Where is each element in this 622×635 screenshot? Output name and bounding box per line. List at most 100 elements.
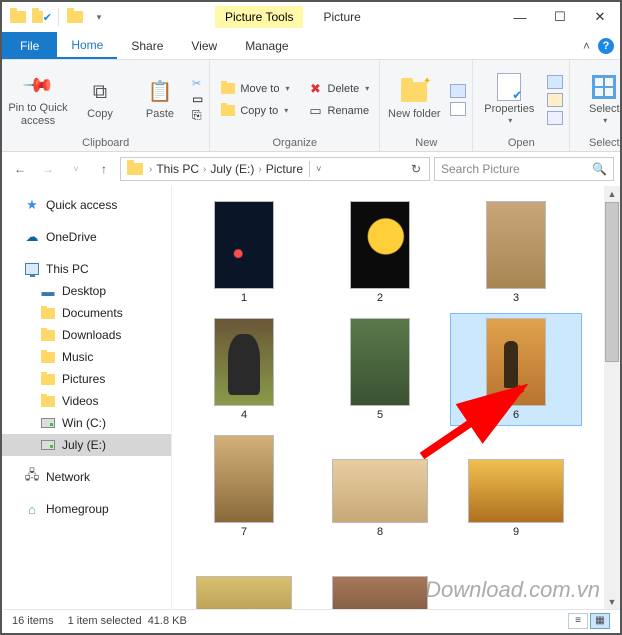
file-thumbnail bbox=[196, 576, 292, 610]
scroll-down-icon[interactable]: ▼ bbox=[604, 594, 620, 610]
navigation-pane[interactable]: ★Quick access ☁OneDrive This PC ▬ Desktop… bbox=[2, 186, 172, 610]
thumbnails-view-button[interactable]: ▦ bbox=[590, 613, 610, 629]
paste-button[interactable]: 📋 Paste bbox=[132, 74, 188, 124]
search-placeholder: Search Picture bbox=[441, 162, 520, 176]
minimize-button[interactable]: — bbox=[500, 2, 540, 32]
qat-new-folder-icon[interactable] bbox=[65, 7, 85, 27]
open-icon[interactable] bbox=[547, 75, 563, 89]
file-item[interactable]: 5 bbox=[314, 313, 446, 426]
tab-view[interactable]: View bbox=[177, 32, 231, 59]
paste-icon: 📋 bbox=[146, 78, 174, 106]
file-item[interactable]: 3 bbox=[450, 196, 582, 309]
help-icon[interactable]: ? bbox=[598, 38, 614, 54]
move-to-button[interactable]: Move to▾ bbox=[216, 79, 293, 99]
qat-customize-icon[interactable]: ▾ bbox=[89, 7, 109, 27]
file-item[interactable]: 1 bbox=[178, 196, 310, 309]
cut-icon[interactable]: ✂ bbox=[192, 77, 203, 90]
drive-icon bbox=[40, 437, 56, 453]
recent-locations-button[interactable]: ˅ bbox=[64, 157, 88, 181]
paste-shortcut-icon[interactable]: ⎘ bbox=[192, 108, 203, 123]
crumb-sep-icon[interactable]: › bbox=[147, 164, 154, 175]
maximize-button[interactable]: ☐ bbox=[540, 2, 580, 32]
copy-button[interactable]: ⧉ Copy bbox=[72, 74, 128, 124]
search-box[interactable]: Search Picture 🔍 bbox=[434, 157, 614, 181]
rename-button[interactable]: ▭Rename bbox=[304, 101, 374, 121]
new-folder-button[interactable]: New folder bbox=[386, 74, 442, 124]
sidebar-item-label: Pictures bbox=[62, 372, 105, 386]
sidebar-item-documents[interactable]: Documents bbox=[2, 302, 171, 324]
sidebar-item-this-pc[interactable]: This PC bbox=[2, 258, 171, 280]
group-label-select: Select bbox=[576, 135, 622, 149]
details-view-button[interactable]: ≡ bbox=[568, 613, 588, 629]
file-list[interactable]: 1234567891011 ▲ ▼ bbox=[172, 186, 620, 610]
folder-icon bbox=[40, 327, 56, 343]
ribbon-group-select: Select ▾ Select bbox=[570, 60, 622, 151]
file-item[interactable]: 11 bbox=[314, 547, 446, 610]
copy-path-icon[interactable]: ▭ bbox=[192, 92, 203, 106]
tab-manage[interactable]: Manage bbox=[231, 32, 302, 59]
file-thumbnail bbox=[332, 459, 428, 523]
status-bar: 16 items 1 item selected 41.8 KB ≡ ▦ bbox=[4, 609, 618, 631]
ribbon-group-organize: Move to▾ Copy to▾ ✖Delete▾ ▭Rename Organ… bbox=[210, 60, 380, 151]
address-bar[interactable]: › This PC› July (E:)› Picture ˅ ↻ bbox=[120, 157, 430, 181]
title-bar: ✔ ▾ Picture Tools Picture — ☐ ✕ bbox=[2, 2, 620, 32]
folder-icon bbox=[40, 393, 56, 409]
copy-to-button[interactable]: Copy to▾ bbox=[216, 101, 293, 121]
sidebar-item-desktop[interactable]: ▬ Desktop bbox=[2, 280, 171, 302]
sidebar-item-downloads[interactable]: Downloads bbox=[2, 324, 171, 346]
scroll-up-icon[interactable]: ▲ bbox=[604, 186, 620, 202]
back-button[interactable]: ← bbox=[8, 157, 32, 181]
file-item[interactable]: 10 bbox=[178, 547, 310, 610]
sidebar-item-network[interactable]: 🖧Network bbox=[2, 466, 171, 488]
crumb-july[interactable]: July (E:)› bbox=[210, 162, 263, 176]
vertical-scrollbar[interactable]: ▲ ▼ bbox=[604, 186, 620, 610]
history-icon[interactable] bbox=[547, 111, 563, 125]
file-item[interactable]: 9 bbox=[450, 430, 582, 543]
sidebar-item-onedrive[interactable]: ☁OneDrive bbox=[2, 226, 171, 248]
file-thumbnail bbox=[214, 435, 274, 523]
sidebar-item-pictures[interactable]: Pictures bbox=[2, 368, 171, 390]
file-item[interactable]: 6 bbox=[450, 313, 582, 426]
pin-to-quick-access-button[interactable]: 📌 Pin to Quick access bbox=[8, 68, 68, 130]
sidebar-item-music[interactable]: Music bbox=[2, 346, 171, 368]
crumb-this-pc[interactable]: This PC› bbox=[156, 162, 208, 176]
file-item[interactable]: 8 bbox=[314, 430, 446, 543]
edit-icon[interactable] bbox=[547, 93, 563, 107]
up-button[interactable]: ↑ bbox=[92, 157, 116, 181]
forward-button[interactable]: → bbox=[36, 157, 60, 181]
new-folder-label: New folder bbox=[388, 108, 441, 120]
sidebar-item-homegroup[interactable]: ⌂Homegroup bbox=[2, 498, 171, 520]
tab-home[interactable]: Home bbox=[57, 32, 117, 59]
tab-share[interactable]: Share bbox=[117, 32, 177, 59]
crumb-picture[interactable]: Picture bbox=[266, 162, 303, 176]
file-item[interactable]: 7 bbox=[178, 430, 310, 543]
file-item[interactable]: 2 bbox=[314, 196, 446, 309]
sidebar-item-win-c[interactable]: Win (C:) bbox=[2, 412, 171, 434]
sidebar-item-quick-access[interactable]: ★Quick access bbox=[2, 194, 171, 216]
easy-access-icon[interactable] bbox=[450, 102, 466, 116]
select-button[interactable]: Select ▾ bbox=[576, 69, 622, 130]
open-extra bbox=[547, 75, 563, 125]
address-dropdown-icon[interactable]: ˅ bbox=[316, 164, 321, 174]
sidebar-item-label: Win (C:) bbox=[62, 416, 106, 430]
sidebar-item-july-e[interactable]: July (E:) bbox=[2, 434, 171, 456]
close-button[interactable]: ✕ bbox=[580, 2, 620, 32]
file-item[interactable]: 4 bbox=[178, 313, 310, 426]
file-tab[interactable]: File bbox=[2, 32, 57, 59]
delete-button[interactable]: ✖Delete▾ bbox=[304, 79, 374, 99]
file-thumbnail bbox=[350, 201, 410, 289]
qat-properties-icon[interactable]: ✔ bbox=[32, 7, 52, 27]
ribbon-collapse-icon[interactable]: ˄ bbox=[583, 39, 590, 53]
sidebar-item-videos[interactable]: Videos bbox=[2, 390, 171, 412]
drive-icon bbox=[40, 415, 56, 431]
sidebar-item-label: Desktop bbox=[62, 284, 106, 298]
properties-button[interactable]: Properties ▾ bbox=[479, 69, 539, 130]
file-name: 5 bbox=[377, 409, 383, 421]
refresh-button[interactable]: ↻ bbox=[407, 162, 425, 176]
scrollbar-thumb[interactable] bbox=[605, 202, 619, 362]
group-label-open: Open bbox=[479, 135, 563, 149]
new-item-icon[interactable] bbox=[450, 84, 466, 98]
desktop-icon: ▬ bbox=[40, 283, 56, 299]
file-name: 1 bbox=[241, 292, 247, 304]
search-icon: 🔍 bbox=[592, 162, 607, 176]
